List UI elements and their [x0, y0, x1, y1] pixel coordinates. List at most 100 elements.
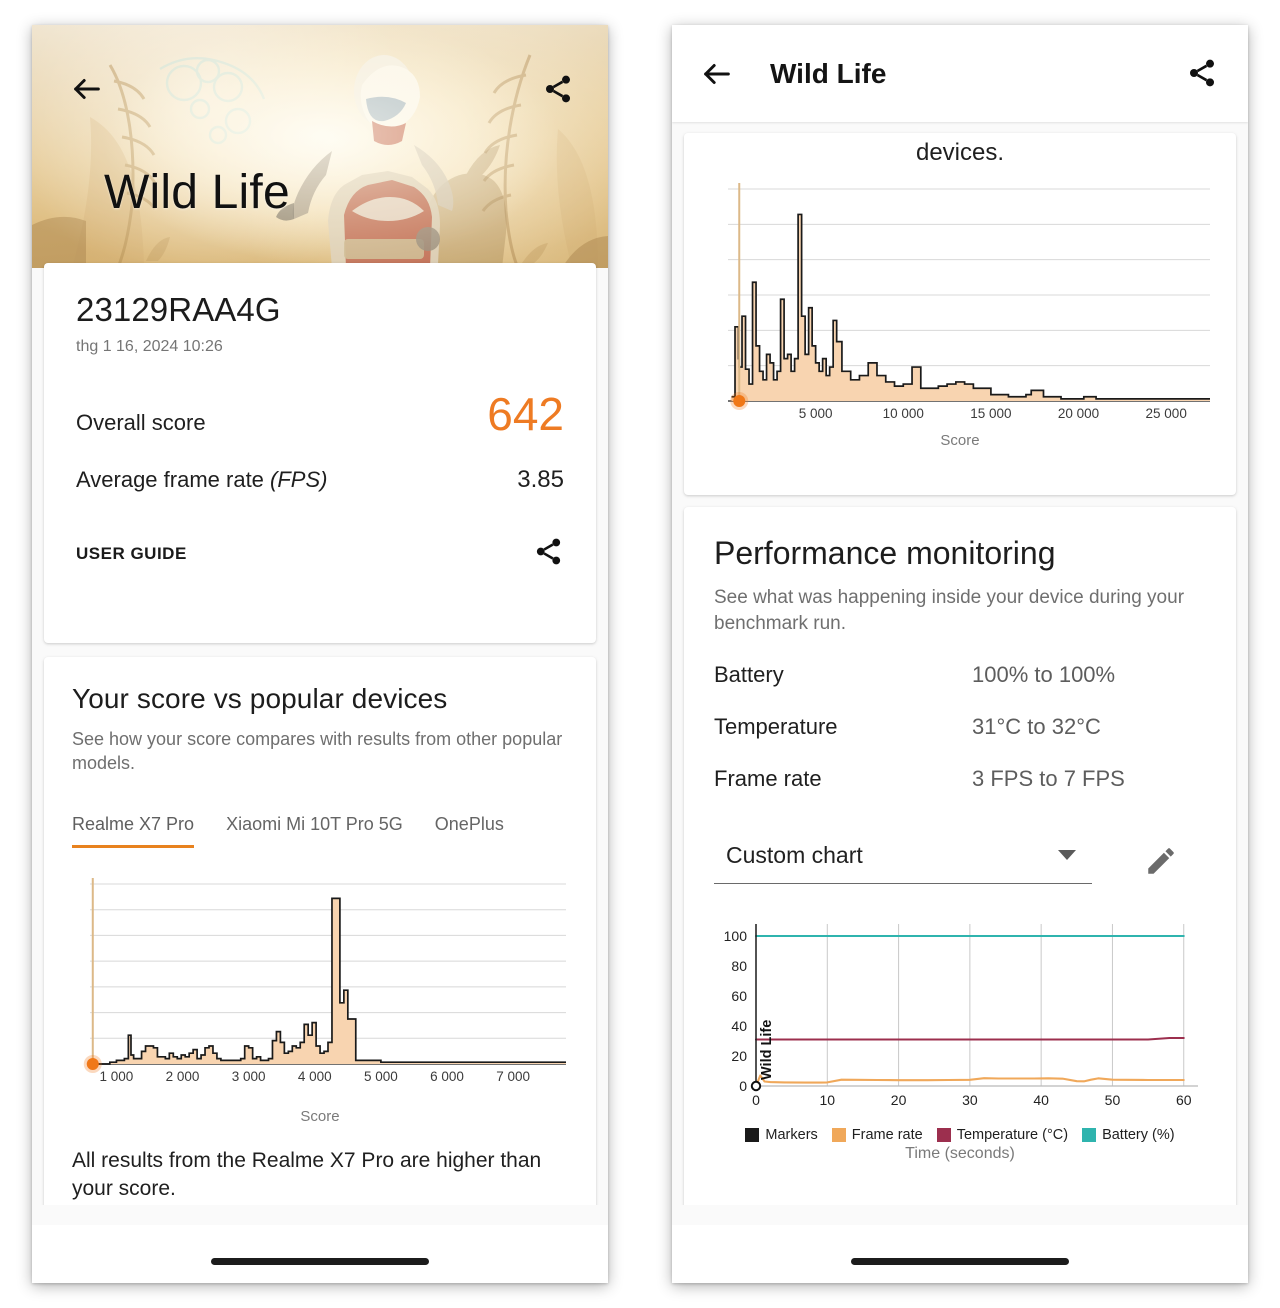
performance-row-battery: Battery 100% to 100%	[714, 662, 1206, 688]
phone-screenshot-left: Wild Life 23129RAA4G thg 1 16, 2024 10:2…	[32, 25, 608, 1283]
legend-label: Frame rate	[851, 1127, 923, 1144]
svg-text:7 000: 7 000	[496, 1069, 530, 1084]
svg-text:40: 40	[1033, 1092, 1049, 1108]
performance-row-temperature: Temperature 31°C to 32°C	[714, 714, 1206, 740]
svg-text:2 000: 2 000	[166, 1069, 200, 1084]
chart-type-select[interactable]: Custom chart	[714, 838, 1092, 885]
legend-swatch	[745, 1128, 760, 1143]
pencil-icon[interactable]	[1144, 844, 1178, 878]
temperature-label: Temperature	[714, 714, 838, 740]
svg-text:30: 30	[962, 1092, 978, 1108]
frame-rate-label: Frame rate	[714, 766, 822, 792]
frame-rate-value: 3 FPS to 7 FPS	[972, 766, 1125, 792]
phone-screenshot-right: Wild Life devices. 5 000 10 000 15 000 20 0…	[672, 25, 1248, 1283]
share-icon[interactable]	[1186, 57, 1218, 89]
svg-text:20: 20	[891, 1092, 907, 1108]
custom-chart-svg: 0 20 40 60 80 100 0 10 20 30 40 50 60 Wild Life	[724, 924, 1198, 1108]
legend-swatch	[1082, 1128, 1097, 1143]
battery-label: Battery	[714, 662, 784, 688]
svg-text:100: 100	[724, 928, 748, 944]
svg-text:1 000: 1 000	[100, 1069, 134, 1084]
legend-item-battery: Battery (%)	[1082, 1127, 1175, 1143]
arrow-left-icon[interactable]	[70, 72, 104, 106]
tab-xiaomi-mi-10t-pro-5g[interactable]: Xiaomi Mi 10T Pro 5G	[226, 810, 403, 848]
device-tabs: Realme X7 Pro Xiaomi Mi 10T Pro 5G OnePl…	[72, 810, 568, 848]
user-guide-row: USER GUIDE	[76, 536, 564, 572]
device-name: 23129RAA4G	[76, 291, 281, 328]
chart-select-row: Custom chart	[714, 838, 1206, 885]
benchmark-timestamp: thg 1 16, 2024 10:26	[76, 338, 223, 355]
svg-text:5 000: 5 000	[364, 1069, 398, 1084]
tab-oneplus[interactable]: OnePlus	[435, 810, 504, 848]
legend-item-markers: Markers	[745, 1127, 818, 1144]
app-bar-title: Wild Life	[770, 57, 887, 89]
svg-text:20: 20	[731, 1048, 747, 1064]
svg-text:80: 80	[731, 958, 747, 974]
hero-title: Wild Life	[104, 166, 290, 219]
legend-label: Markers	[765, 1127, 818, 1144]
left-histogram-svg: 1 000 2 000 3 000 4 000 5 000 6 000 7 000	[83, 877, 567, 1084]
performance-row-frame-rate: Frame rate 3 FPS to 7 FPS	[714, 766, 1206, 792]
app-bar: Wild Life	[672, 25, 1248, 122]
svg-text:15 000: 15 000	[970, 406, 1011, 421]
overall-score-label: Overall score	[76, 410, 206, 435]
android-navbar	[32, 1225, 608, 1283]
gesture-pill[interactable]	[851, 1258, 1069, 1265]
svg-text:10: 10	[820, 1092, 836, 1108]
overall-score-value: 642	[487, 388, 564, 440]
android-navbar	[672, 1225, 1248, 1283]
comparison-subtitle: See how your score compares with results…	[72, 729, 563, 774]
popular-devices-chart-card: devices. 5 000 10 000 15 000 20 000 25 000 S…	[684, 133, 1236, 495]
svg-text:4 000: 4 000	[298, 1069, 332, 1084]
hero-banner: Wild Life	[32, 25, 608, 268]
legend-label: Temperature (°C)	[956, 1127, 1069, 1144]
scroll-gap	[672, 1205, 1248, 1225]
share-icon[interactable]	[533, 536, 564, 572]
gesture-pill[interactable]	[211, 1258, 429, 1265]
svg-text:0: 0	[739, 1078, 747, 1094]
user-guide-link[interactable]: USER GUIDE	[76, 544, 187, 564]
comparison-note: All results from the Realme X7 Pro are h…	[72, 1148, 542, 1200]
left-histogram-xlabel: Score	[300, 1107, 340, 1125]
frame-rate-row: Average frame rate (FPS) 3.85	[76, 466, 564, 494]
svg-text:Wild Life: Wild Life	[759, 1020, 775, 1080]
performance-subtitle: See what was happening inside your devic…	[714, 587, 1185, 634]
scroll-gap	[32, 1205, 608, 1225]
legend-swatch	[936, 1128, 951, 1143]
hero-artwork	[32, 25, 608, 268]
battery-value: 100% to 100%	[972, 662, 1116, 688]
performance-title: Performance monitoring	[714, 535, 1056, 571]
chart-type-select-value: Custom chart	[726, 842, 863, 869]
svg-text:60: 60	[1176, 1092, 1192, 1108]
left-histogram-chart: 1 000 2 000 3 000 4 000 5 000 6 000 7 000	[72, 877, 568, 1106]
svg-text:10 000: 10 000	[883, 406, 924, 421]
chevron-down-icon	[1058, 850, 1076, 861]
share-icon[interactable]	[542, 73, 574, 105]
svg-text:0: 0	[752, 1092, 760, 1108]
score-comparison-card: Your score vs popular devices See how yo…	[44, 657, 596, 1271]
legend-swatch	[831, 1128, 846, 1143]
overall-score-row: Overall score 642	[76, 388, 564, 440]
frame-rate-value: 3.85	[517, 466, 564, 493]
svg-text:20 000: 20 000	[1058, 406, 1099, 421]
performance-monitoring-card: Performance monitoring See what was happ…	[684, 507, 1236, 1249]
legend-item-temperature: Temperature (°C)	[936, 1127, 1069, 1144]
tab-realme-x7-pro[interactable]: Realme X7 Pro	[72, 810, 195, 848]
svg-text:25 000: 25 000	[1146, 406, 1187, 421]
svg-text:40: 40	[731, 1018, 747, 1034]
score-summary-card: 23129RAA4G thg 1 16, 2024 10:26 Overall …	[44, 263, 596, 643]
arrow-left-icon[interactable]	[700, 57, 734, 91]
screenshot-stage: Wild Life 23129RAA4G thg 1 16, 2024 10:2…	[0, 0, 1280, 1308]
temperature-value: 31°C to 32°C	[972, 714, 1101, 740]
svg-text:5 000: 5 000	[799, 406, 833, 421]
frame-rate-label: Average frame rate (FPS)	[76, 467, 328, 492]
right-histogram-chart: 5 000 10 000 15 000 20 000 25 000	[694, 181, 1226, 436]
comparison-title: Your score vs popular devices	[72, 683, 448, 714]
custom-chart-xlabel: Time (seconds)	[905, 1145, 1015, 1163]
svg-text:60: 60	[731, 988, 747, 1004]
right-histogram-svg: 5 000 10 000 15 000 20 000 25 000	[728, 183, 1210, 421]
custom-chart: 0 20 40 60 80 100 0 10 20 30 40 50 60 Wild Life	[714, 914, 1206, 1119]
custom-chart-legend: Markers Frame rate Temperature (°C) Batt…	[714, 1127, 1206, 1143]
legend-label: Battery (%)	[1102, 1127, 1175, 1144]
svg-text:50: 50	[1105, 1092, 1121, 1108]
